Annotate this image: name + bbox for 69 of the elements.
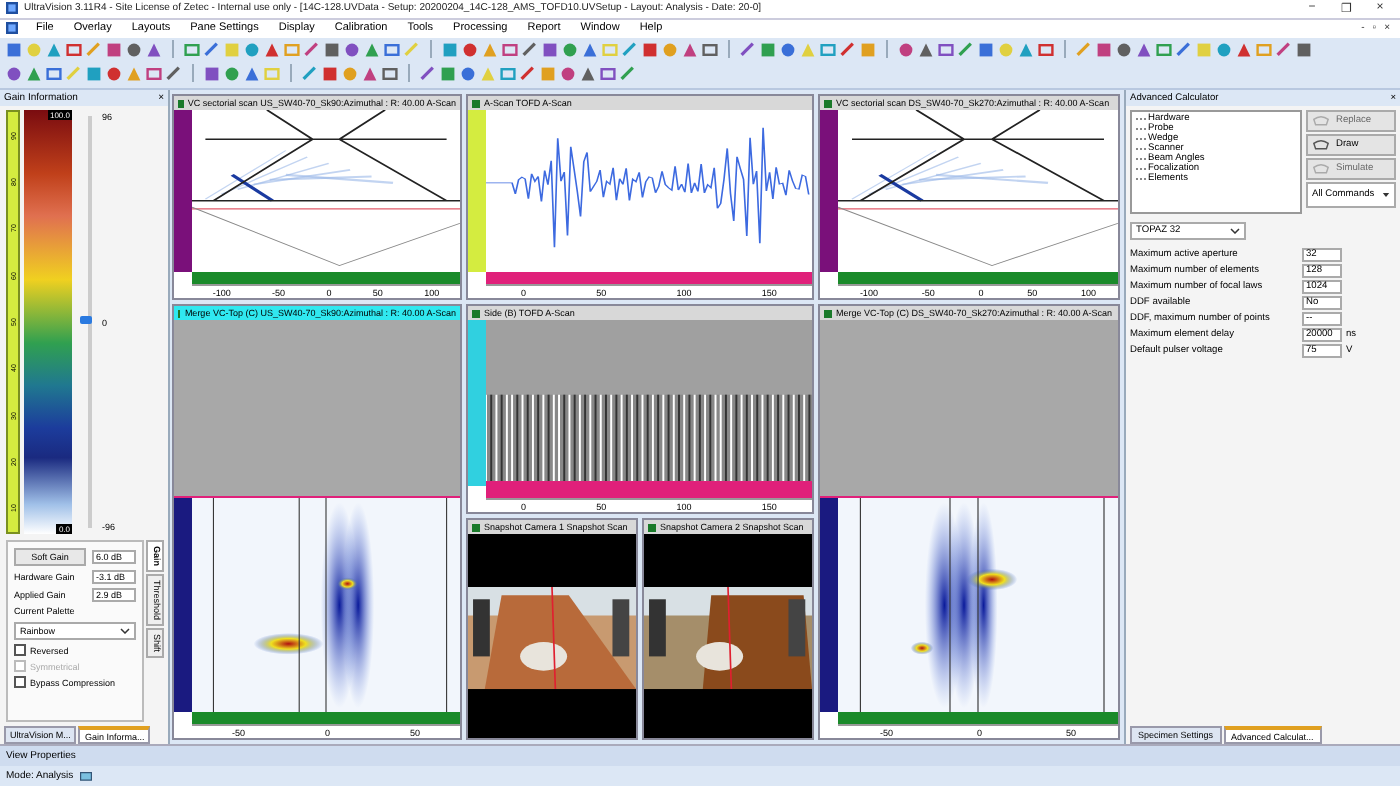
line-icon[interactable] (204, 41, 220, 58)
frame-icon[interactable] (938, 41, 954, 58)
square-icon[interactable] (542, 41, 558, 58)
circle-icon[interactable] (460, 65, 476, 82)
line-icon[interactable] (620, 65, 636, 82)
monitor-icon (79, 771, 92, 781)
line-icon[interactable] (420, 65, 436, 82)
circle-icon[interactable] (224, 65, 240, 82)
line-icon[interactable] (522, 41, 538, 58)
status-icon (472, 99, 480, 107)
triangle-icon[interactable] (1136, 41, 1152, 58)
checkbox[interactable] (14, 676, 26, 688)
square-icon[interactable] (1296, 41, 1312, 58)
status-icon (824, 99, 832, 107)
frame-icon[interactable] (820, 41, 836, 58)
line-icon[interactable] (1176, 41, 1192, 58)
square-icon[interactable] (978, 41, 994, 58)
chevron-icon (120, 628, 130, 634)
square-icon[interactable] (642, 41, 658, 58)
circle-icon[interactable] (244, 41, 260, 58)
triangle-icon[interactable] (1236, 41, 1252, 58)
square-icon[interactable] (106, 41, 122, 58)
circle-icon[interactable] (560, 65, 576, 82)
circle-icon[interactable] (898, 41, 914, 58)
status-icon (824, 309, 832, 317)
circle-icon[interactable] (126, 41, 142, 58)
square-icon[interactable] (1096, 41, 1112, 58)
frame-icon[interactable] (1156, 41, 1172, 58)
square-icon[interactable] (440, 65, 456, 82)
frame-icon[interactable] (702, 41, 718, 58)
square-icon[interactable] (324, 41, 340, 58)
circle-icon[interactable] (1116, 41, 1132, 58)
slider-thumb[interactable] (80, 316, 92, 324)
square-icon[interactable] (760, 41, 776, 58)
checkbox[interactable] (14, 644, 26, 656)
square-icon[interactable] (204, 65, 220, 82)
square-icon[interactable] (6, 41, 22, 58)
circle-icon[interactable] (1216, 41, 1232, 58)
frame-icon[interactable] (1038, 41, 1054, 58)
gain-slider[interactable] (82, 110, 98, 534)
status-icon (178, 99, 184, 107)
line-icon[interactable] (958, 41, 974, 58)
triangle-icon[interactable] (682, 41, 698, 58)
status-icon (472, 523, 480, 531)
line-icon[interactable] (740, 41, 756, 58)
square-icon[interactable] (86, 65, 102, 82)
chevron-icon (1230, 228, 1240, 234)
line-icon[interactable] (520, 65, 536, 82)
frame-icon[interactable] (146, 65, 162, 82)
circle-icon[interactable] (344, 41, 360, 58)
triangle-icon[interactable] (918, 41, 934, 58)
circle-icon[interactable] (780, 41, 796, 58)
triangle-icon[interactable] (1018, 41, 1034, 58)
status-icon (648, 523, 656, 531)
circle-icon[interactable] (462, 41, 478, 58)
line-icon[interactable] (622, 41, 638, 58)
line-icon[interactable] (304, 41, 320, 58)
caret-icon (1382, 192, 1390, 198)
status-icon (472, 309, 480, 317)
line-icon[interactable] (840, 41, 856, 58)
square-icon[interactable] (322, 65, 338, 82)
frame-icon[interactable] (184, 41, 200, 58)
line-icon[interactable] (1276, 41, 1292, 58)
line-icon[interactable] (166, 65, 182, 82)
line-icon[interactable] (302, 65, 318, 82)
circle-icon[interactable] (106, 65, 122, 82)
circle-icon[interactable] (562, 41, 578, 58)
square-icon[interactable] (442, 41, 458, 58)
circle-icon[interactable] (6, 65, 22, 82)
